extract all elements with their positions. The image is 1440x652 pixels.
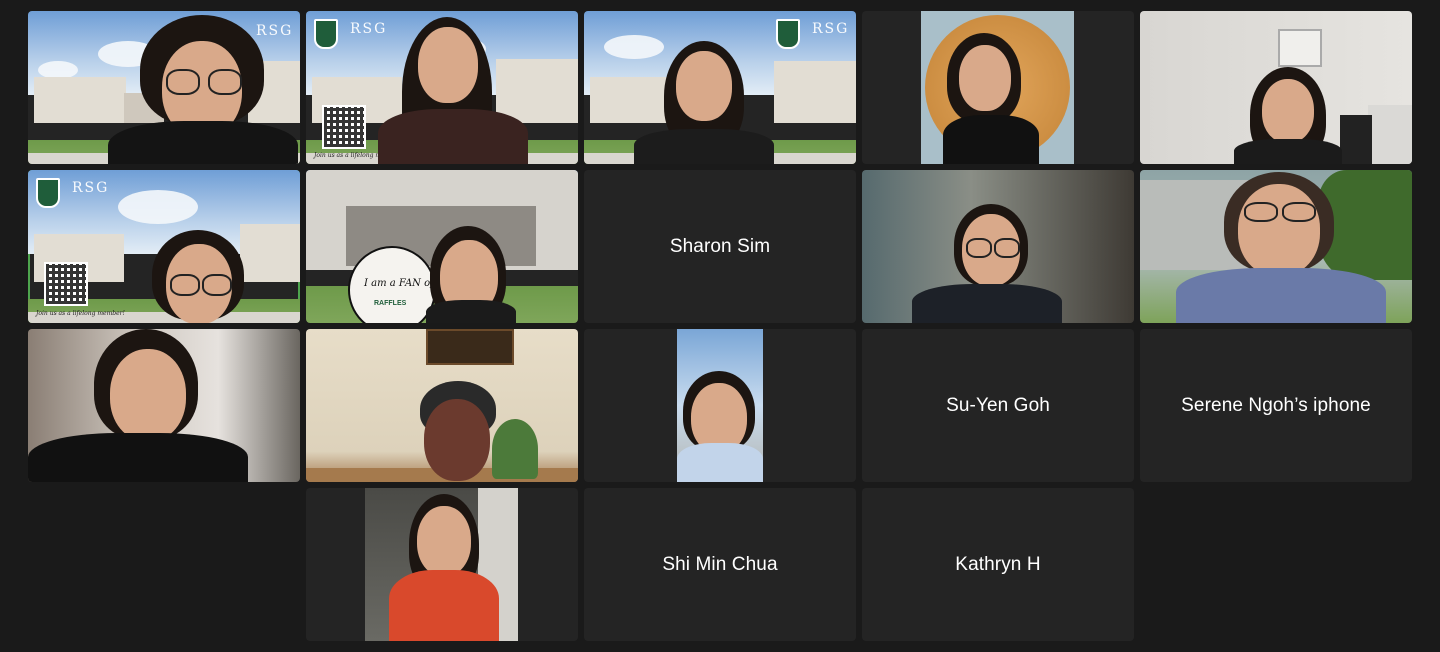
participant-name: Sharon Sim xyxy=(669,235,771,257)
rsg-logo: RSG xyxy=(350,21,388,37)
fan-sign-subtext: RAFFLES xyxy=(374,300,407,307)
school-crest-icon xyxy=(314,19,338,49)
participant-tile-video[interactable] xyxy=(306,488,578,641)
participant-name: Shi Min Chua xyxy=(662,553,778,575)
participant-name: Serene Ngoh’s iphone xyxy=(1181,394,1371,416)
qr-code-icon xyxy=(44,262,88,306)
rsg-logo: RSG xyxy=(812,21,850,37)
rsg-logo: RSG xyxy=(256,23,294,39)
avatar-photo xyxy=(921,11,1074,164)
qr-code-icon xyxy=(322,105,366,149)
participant-tile-video[interactable] xyxy=(28,329,300,482)
participant-name: Su-Yen Goh xyxy=(946,394,1050,416)
participant-tile-video[interactable]: RSG xyxy=(28,11,300,164)
participant-tile-video[interactable]: RSG Join us as a lifelong member! xyxy=(306,11,578,164)
rsg-logo: RSG xyxy=(72,180,110,196)
phone-video xyxy=(677,329,763,482)
school-crest-icon xyxy=(776,19,800,49)
fan-sign-text: I am a FAN of xyxy=(364,278,434,289)
participant-tile-video[interactable] xyxy=(1140,170,1412,323)
participant-tile-name[interactable]: Su-Yen Goh xyxy=(862,329,1134,482)
participant-tile-video-active-speaker[interactable]: RSG Join us as a lifelong member! xyxy=(28,170,300,323)
participant-name: Kathryn H xyxy=(955,553,1041,575)
video-conference-gallery: { "participants": [ {"id": "p1", "type":… xyxy=(0,0,1440,652)
participant-tile-video[interactable]: RSG xyxy=(584,11,856,164)
participant-tile-video[interactable] xyxy=(306,329,578,482)
qr-caption: Join us as a lifelong member! xyxy=(36,310,125,317)
participant-tile-name[interactable]: Sharon Sim xyxy=(584,170,856,323)
participant-tile-video[interactable] xyxy=(862,170,1134,323)
participant-tile-video[interactable] xyxy=(862,11,1134,164)
school-crest-icon xyxy=(36,178,60,208)
participant-tile-name[interactable]: Shi Min Chua xyxy=(584,488,856,641)
room-background xyxy=(365,488,518,641)
participant-tile-video[interactable] xyxy=(584,329,856,482)
participant-tile-video[interactable] xyxy=(1140,11,1412,164)
participant-tile-name[interactable]: Serene Ngoh’s iphone xyxy=(1140,329,1412,482)
participant-tile-video[interactable]: I am a FAN of RAFFLES xyxy=(306,170,578,323)
participant-tile-name[interactable]: Kathryn H xyxy=(862,488,1134,641)
